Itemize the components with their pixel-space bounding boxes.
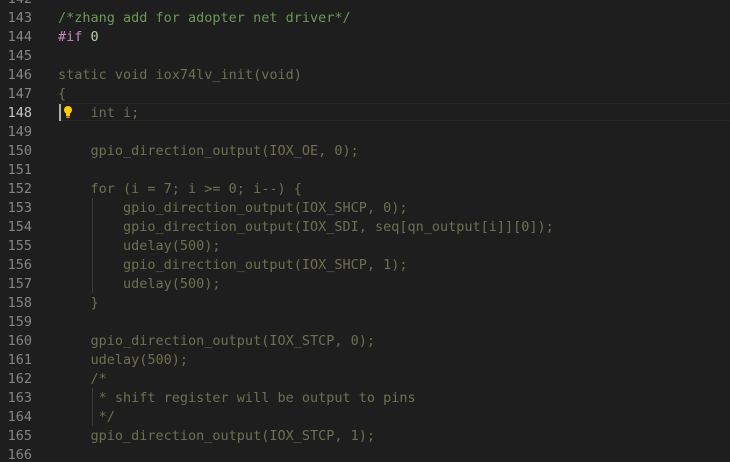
code-line[interactable]: gpio_direction_output(IOX_SDI, seq[qn_ou… [58, 218, 554, 237]
code-line[interactable]: { [58, 85, 66, 104]
line-number: 156 [7, 257, 32, 273]
code-text: static void iox74lv_init(void) [58, 67, 302, 83]
code-line[interactable]: gpio_direction_output(IOX_SHCP, 0); [58, 199, 408, 218]
code-area[interactable]: /*zhang add for adopter net driver*/ #if … [58, 0, 730, 462]
number-literal: 0 [90, 29, 99, 45]
line-number: 146 [7, 67, 32, 83]
line-number-gutter: 142143 144 145 146 147 148 149 150 151 152 153 154 1… [0, 0, 58, 462]
code-editor[interactable]: 142143 144 145 146 147 148 149 150 151 152 153 154 1… [0, 0, 730, 462]
code-text: } [58, 295, 99, 311]
line-number: 157 [7, 276, 32, 292]
code-line[interactable]: gpio_direction_output(IOX_STCP, 1); [58, 427, 375, 446]
line-number: 148 [7, 105, 32, 121]
code-line[interactable]: udelay(500); [58, 351, 189, 370]
code-text: gpio_direction_output(IOX_SDI, seq[qn_ou… [58, 219, 554, 235]
line-number: 152 [7, 181, 32, 197]
line-number: 160 [7, 333, 32, 349]
code-text: udelay(500); [58, 352, 189, 368]
line-number: 142 [8, 0, 32, 9]
line-number: 159 [7, 314, 32, 330]
line-number: 154 [7, 219, 32, 235]
code-line[interactable]: /* [58, 370, 107, 389]
line-number: 153 [7, 200, 32, 216]
line-number: 151 [7, 162, 32, 178]
code-text: udelay(500); [58, 276, 221, 292]
code-text: for (i = 7; i >= 0; i--) { [58, 181, 302, 197]
code-text: * shift register will be output to pins [58, 390, 416, 406]
code-line[interactable]: udelay(500); [58, 275, 221, 294]
code-text: gpio_direction_output(IOX_SHCP, 1); [58, 257, 408, 273]
preprocessor-directive: #if [58, 29, 83, 45]
current-line-highlight [58, 103, 730, 121]
code-line[interactable]: */ [58, 408, 115, 427]
code-text: */ [58, 409, 115, 425]
code-line[interactable]: #if 0 [58, 28, 99, 47]
line-number: 163 [7, 390, 32, 406]
code-text: gpio_direction_output(IOX_STCP, 0); [58, 333, 375, 349]
line-number: 144 [7, 29, 32, 45]
code-line[interactable]: for (i = 7; i >= 0; i--) { [58, 180, 302, 199]
code-line[interactable]: gpio_direction_output(IOX_OE, 0); [58, 142, 359, 161]
code-text: /* [58, 371, 107, 387]
line-number: 143 [7, 10, 32, 26]
code-text: { [58, 86, 67, 102]
code-line[interactable]: * shift register will be output to pins [58, 389, 416, 408]
line-number: 164 [7, 409, 32, 425]
code-line[interactable]: gpio_direction_output(IOX_SHCP, 1); [58, 256, 408, 275]
line-number: 149 [7, 124, 32, 140]
code-text: /*zhang add for adopter net driver*/ [58, 10, 351, 26]
code-text: udelay(500); [58, 238, 221, 254]
code-line[interactable]: } [58, 294, 99, 313]
line-number: 162 [7, 371, 32, 387]
line-number: 150 [7, 143, 32, 159]
line-number: 166 [7, 447, 32, 462]
code-text: gpio_direction_output(IOX_STCP, 1); [58, 428, 375, 444]
line-number: 158 [7, 295, 32, 311]
code-text: gpio_direction_output(IOX_SHCP, 0); [58, 200, 408, 216]
line-number: 145 [7, 48, 32, 64]
line-number: 161 [7, 352, 32, 368]
code-line[interactable]: /*zhang add for adopter net driver*/ [58, 9, 351, 28]
code-line[interactable]: udelay(500); [58, 237, 221, 256]
line-number: 147 [7, 86, 32, 102]
line-number: 165 [7, 428, 32, 444]
line-number: 155 [7, 238, 32, 254]
lightbulb-icon[interactable] [63, 105, 73, 119]
code-line[interactable]: static void iox74lv_init(void) [58, 66, 302, 85]
code-line[interactable]: gpio_direction_output(IOX_STCP, 0); [58, 332, 375, 351]
code-text: gpio_direction_output(IOX_OE, 0); [58, 143, 359, 159]
